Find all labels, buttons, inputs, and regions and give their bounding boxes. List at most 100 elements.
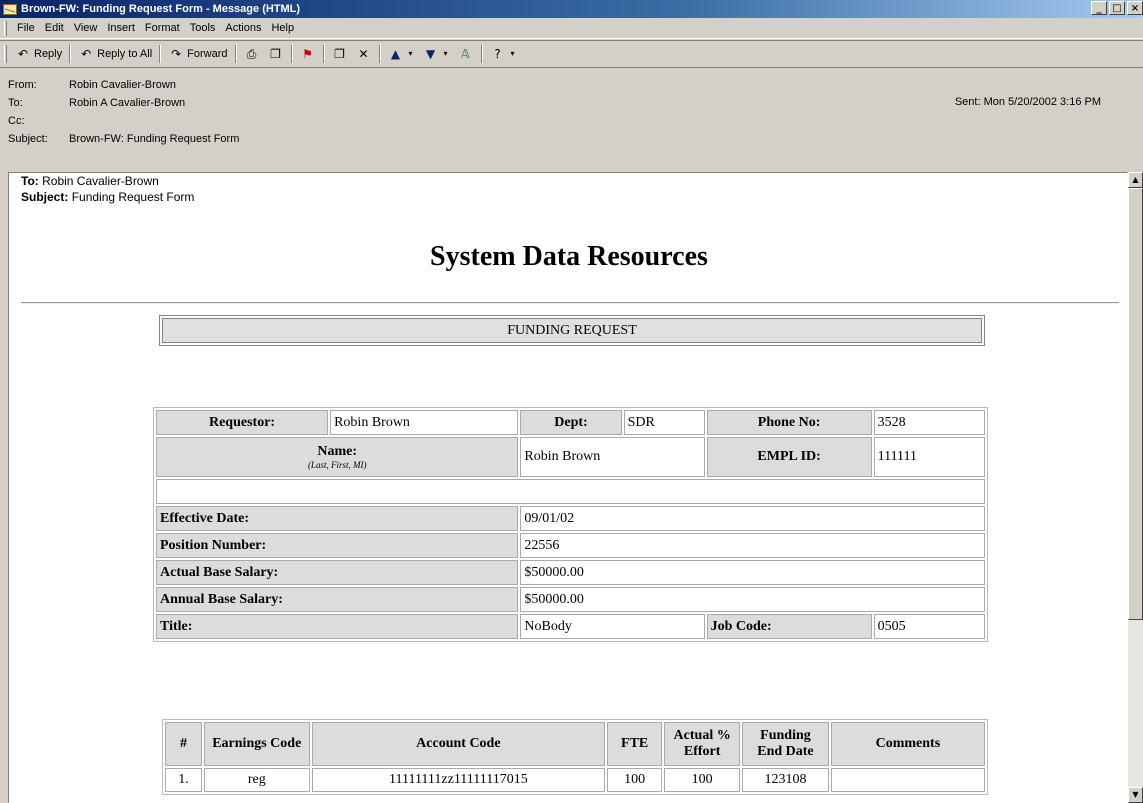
- minimize-button[interactable]: _: [1091, 1, 1107, 15]
- print-button[interactable]: ⎙: [240, 45, 264, 63]
- toolbar: ↶ Reply ↶ Reply to All ↷ Forward ⎙ ❐ ⚑ ❐ ✕ …: [0, 40, 1143, 66]
- request-details-table: Requestor: Robin Brown Dept: SDR Phone N…: [153, 407, 988, 642]
- fwd-to-value: Robin Cavalier-Brown: [42, 174, 159, 188]
- delete-button[interactable]: ✕: [352, 45, 376, 63]
- table-row: Title: NoBody Job Code: 0505: [156, 614, 985, 639]
- name-label: Name:: [317, 444, 358, 459]
- address-book-button[interactable]: 𝔸: [454, 45, 478, 63]
- menu-help[interactable]: Help: [266, 22, 299, 34]
- menu-view[interactable]: View: [69, 22, 103, 34]
- position-number-label: Position Number:: [156, 533, 519, 558]
- up-arrow-icon: ▲: [390, 46, 401, 61]
- sent-label: Sent:: [954, 96, 981, 108]
- sent-value: Mon 5/20/2002 3:16 PM: [983, 96, 1101, 108]
- forward-icon: ↷: [171, 46, 182, 61]
- chevron-down-icon: ▾: [510, 48, 515, 58]
- sent-info: Sent: Mon 5/20/2002 3:16 PM: [955, 96, 1101, 108]
- table-header-row: # Earnings Code Account Code FTE Actual …: [165, 722, 985, 766]
- cell-account-code: 11111111zz11111117015: [311, 768, 606, 792]
- help-icon: ?: [494, 46, 501, 61]
- col-header-comments: Comments: [830, 722, 985, 766]
- empl-label: EMPL ID:: [706, 437, 872, 477]
- form-title: FUNDING REQUEST: [162, 318, 982, 343]
- phone-label: Phone No:: [706, 410, 872, 435]
- header-cc-row: Cc:: [8, 112, 1135, 130]
- scroll-up-button[interactable]: ▲: [1128, 172, 1143, 188]
- dept-label: Dept:: [520, 410, 622, 435]
- message-body: To: Robin Cavalier-Brown Subject: Fundin…: [8, 172, 1128, 803]
- title-bar: Brown-FW: Funding Request Form - Message…: [0, 0, 1143, 18]
- menu-bar: File Edit View Insert Format Tools Actio…: [0, 18, 1143, 39]
- from-label: From:: [8, 79, 37, 91]
- next-item-button[interactable]: ▼ ▾: [419, 45, 454, 63]
- copy-icon: ❐: [270, 46, 281, 61]
- vertical-scrollbar[interactable]: ▲ ▼: [1128, 172, 1143, 803]
- name-hint: (Last, First, MI): [307, 460, 367, 470]
- move-button[interactable]: ❐: [328, 45, 352, 63]
- header-subject-row: Subject: Brown-FW: Funding Request Form: [8, 130, 1135, 148]
- toolbar-separator: [480, 44, 483, 63]
- reply-all-button[interactable]: ↶ Reply to All: [74, 45, 156, 63]
- requestor-value: Robin Brown: [330, 410, 519, 435]
- cell-number: 1.: [165, 768, 202, 792]
- position-number-value: 22556: [520, 533, 985, 558]
- scroll-down-button[interactable]: ▼: [1128, 787, 1143, 803]
- col-header-number: #: [165, 722, 202, 766]
- flag-button[interactable]: ⚑: [296, 45, 320, 63]
- empl-value: 111111: [873, 437, 985, 477]
- table-row: Effective Date: 09/01/02: [156, 506, 985, 531]
- printer-icon: ⎙: [246, 46, 257, 61]
- fwd-to-label: To:: [21, 174, 39, 188]
- col-header-earnings-code: Earnings Code: [203, 722, 310, 766]
- effective-date-value: 09/01/02: [520, 506, 985, 531]
- annual-salary-value: $50000.00: [520, 587, 985, 612]
- from-value[interactable]: Robin Cavalier-Brown: [69, 79, 176, 91]
- menu-actions[interactable]: Actions: [220, 22, 266, 34]
- name-label-cell: Name: (Last, First, MI): [156, 437, 519, 477]
- fwd-subject-label: Subject:: [21, 190, 69, 204]
- table-row: Name: (Last, First, MI) Robin Brown EMPL…: [156, 437, 985, 477]
- scroll-thumb[interactable]: [1128, 188, 1143, 620]
- menu-insert[interactable]: Insert: [102, 22, 140, 34]
- actual-salary-value: $50000.00: [520, 560, 985, 585]
- form-title-box: FUNDING REQUEST: [159, 315, 985, 346]
- reply-button[interactable]: ↶ Reply: [11, 45, 66, 63]
- chevron-down-icon: ▾: [408, 48, 413, 58]
- table-row: [156, 479, 985, 504]
- forward-button[interactable]: ↷ Forward: [164, 45, 231, 63]
- header-from-row: From: Robin Cavalier-Brown: [8, 76, 1135, 94]
- table-row: Annual Base Salary: $50000.00: [156, 587, 985, 612]
- reply-all-icon: ↶: [81, 46, 92, 61]
- close-button[interactable]: ×: [1127, 1, 1143, 15]
- chevron-down-icon: ▾: [443, 48, 448, 58]
- maximize-button[interactable]: □: [1109, 1, 1125, 15]
- cell-effort: 100: [664, 768, 741, 792]
- flag-icon: ⚑: [302, 46, 313, 61]
- effective-date-label: Effective Date:: [156, 506, 519, 531]
- menu-format[interactable]: Format: [140, 22, 185, 34]
- toolbar-separator: [234, 44, 237, 63]
- toolbar-grip: [4, 44, 7, 63]
- envelope-icon: [3, 3, 17, 15]
- divider: [21, 302, 1119, 304]
- title-label: Title:: [156, 614, 519, 639]
- copy-button[interactable]: ❐: [264, 45, 288, 63]
- job-code-value: 0505: [873, 614, 985, 639]
- reply-all-label: Reply to All: [97, 47, 153, 60]
- forwarded-header: To: Robin Cavalier-Brown Subject: Fundin…: [21, 173, 194, 205]
- reply-icon: ↶: [17, 46, 29, 61]
- cell-fte: 100: [607, 768, 663, 792]
- message-window: Brown-FW: Funding Request Form - Message…: [0, 0, 1143, 803]
- help-button[interactable]: ? ▾: [486, 45, 521, 63]
- previous-item-button[interactable]: ▲ ▾: [384, 45, 419, 63]
- menu-tools[interactable]: Tools: [185, 22, 221, 34]
- menu-file[interactable]: File: [12, 22, 40, 34]
- table-row: Actual Base Salary: $50000.00: [156, 560, 985, 585]
- to-value[interactable]: Robin A Cavalier-Brown: [69, 97, 185, 109]
- message-header: From: Robin Cavalier-Brown To: Robin A Cav…: [0, 67, 1143, 171]
- menu-edit[interactable]: Edit: [40, 22, 69, 34]
- col-header-account-code: Account Code: [311, 722, 606, 766]
- page-title: System Data Resources: [430, 241, 708, 272]
- subject-value: Brown-FW: Funding Request Form: [69, 133, 240, 145]
- cc-label: Cc:: [8, 115, 25, 127]
